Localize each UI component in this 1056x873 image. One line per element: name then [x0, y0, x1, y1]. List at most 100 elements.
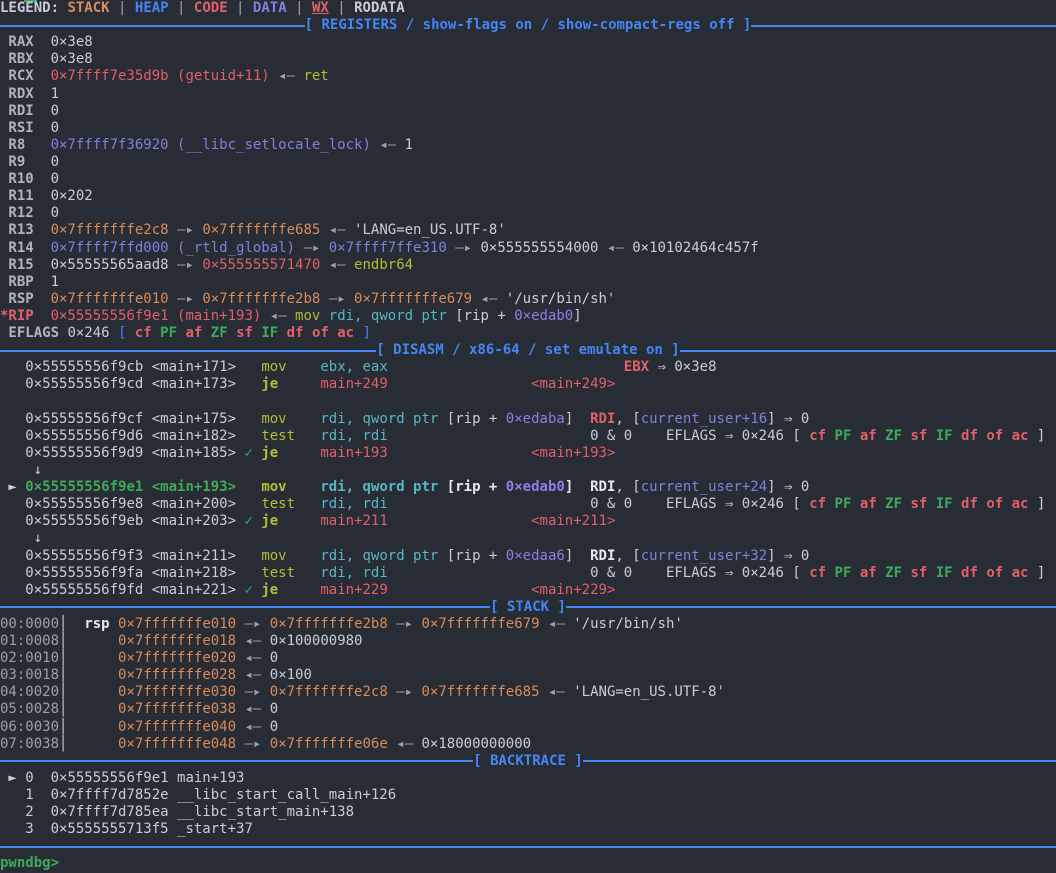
text-segment: <main+171> — [152, 359, 236, 375]
text-segment: mov — [261, 479, 286, 495]
text-segment — [851, 496, 859, 512]
text-segment: 1 — [405, 137, 413, 153]
text-segment: DATA — [253, 0, 287, 16]
text-segment: <main+249> — [531, 376, 615, 392]
text-segment: [rip + — [447, 479, 506, 495]
text-segment: 0 — [51, 205, 59, 221]
text-segment: 0 — [51, 103, 59, 119]
text-segment — [278, 513, 320, 529]
text-segment: ] — [354, 325, 371, 341]
text-segment — [826, 496, 834, 512]
text-segment — [0, 411, 25, 427]
stack-row: 05:0028│ 0×7fffffffe038 ◂— 0 — [0, 701, 1056, 718]
text-segment: R11 — [0, 188, 51, 204]
text-segment — [295, 565, 320, 581]
text-segment: 0×7ffff7d7852e __libc_start_call_main+12… — [51, 787, 397, 803]
text-segment: RDI — [590, 548, 615, 564]
text-segment: RDI — [0, 103, 51, 119]
text-segment: 0×555555571470 — [202, 257, 328, 273]
text-segment: —▸ — [244, 616, 269, 632]
text-segment: 0×202 — [51, 188, 93, 204]
text-segment: RDI — [590, 479, 615, 495]
text-segment: je — [261, 376, 278, 392]
disasm-line: 0×55555556f9d9 <main+185> ✓ je main+193 … — [0, 445, 1056, 462]
text-segment: ↓ — [0, 530, 42, 546]
text-segment: rdi, rdi — [320, 496, 387, 512]
text-segment: [rip + — [447, 548, 506, 564]
text-segment — [329, 325, 337, 341]
prompt-line[interactable]: pwndbg> — [0, 855, 1056, 872]
text-segment: ] — [565, 411, 573, 427]
reg-rcx: RCX 0×7ffff7e35d9b (getuid+11) ◂— ret — [0, 68, 1056, 85]
text-segment: PF — [160, 325, 177, 341]
text-segment — [0, 445, 25, 461]
text-segment — [0, 513, 25, 529]
text-segment: ► — [0, 479, 25, 495]
text-segment: 0×7ffff7e35d9b (getuid+11) — [51, 68, 279, 84]
text-segment: <main+182> — [152, 428, 236, 444]
text-segment: ac — [1012, 428, 1029, 444]
text-segment — [304, 325, 312, 341]
stack-row: 01:0008│ 0×7fffffffe018 ◂— 0×100000980 — [0, 633, 1056, 650]
disasm-blank-line — [0, 394, 1056, 411]
reg-rsp: RSP 0×7fffffffe010 —▸ 0×7fffffffe2b8 —▸ … — [0, 291, 1056, 308]
text-segment: 0×7fffffffe030 — [118, 684, 244, 700]
text-segment — [877, 496, 885, 512]
text-segment: EFLAGS ⇒ 0×246 — [666, 428, 792, 444]
text-segment: 0×7fffffffe038 — [118, 701, 244, 717]
text-segment: rdi, rdi — [320, 428, 387, 444]
text-segment: <main+193> — [152, 479, 236, 495]
text-segment: RDI — [590, 411, 615, 427]
text-segment — [202, 325, 210, 341]
terminal-lines: LEGEND: STACK | HEAP | CODE | DATA | WX … — [0, 0, 1056, 855]
text-segment: ◂— — [607, 240, 632, 256]
text-segment: 0×7fffffffe040 — [118, 719, 244, 735]
text-segment: 0×55555565aad8 — [51, 257, 177, 273]
text-segment: mov — [261, 411, 286, 427]
section-rule-line — [0, 25, 305, 27]
text-segment: 02:0010 — [0, 650, 59, 666]
text-segment: mov — [261, 548, 286, 564]
text-segment: RSI — [0, 120, 51, 136]
text-segment — [927, 565, 935, 581]
disasm-line: 0×55555556f9e8 <main+200> test rdi, rdi … — [0, 496, 1056, 513]
text-segment: 0×7fffffffe06e — [270, 736, 396, 752]
text-segment — [0, 565, 25, 581]
text-segment: ] — [1028, 496, 1045, 512]
text-segment — [388, 513, 531, 529]
disasm-header-label: [ DISASM / x86-64 / set emulate on ] — [376, 342, 679, 359]
text-segment: af — [860, 565, 877, 581]
text-segment: ZF — [885, 428, 902, 444]
text-segment: —▸ — [244, 736, 269, 752]
text-segment — [0, 359, 25, 375]
text-segment: 0×3e8 — [51, 34, 93, 50]
text-segment: PF — [835, 428, 852, 444]
text-segment: 0×7fffffffe018 — [118, 633, 244, 649]
text-segment: <main+185> — [152, 445, 236, 461]
text-segment: R14 — [0, 240, 51, 256]
text-segment: 0×55555556f9d6 — [25, 428, 151, 444]
text-segment: af — [185, 325, 202, 341]
text-segment — [287, 479, 321, 495]
section-rule-line — [0, 606, 490, 608]
terminal[interactable]: LEGEND: STACK | HEAP | CODE | DATA | WX … — [0, 0, 1056, 873]
text-segment: current_user+16 — [641, 411, 767, 427]
text-segment — [287, 411, 321, 427]
text-segment — [295, 428, 320, 444]
text-segment: of — [986, 565, 1003, 581]
text-segment: ] — [1028, 565, 1045, 581]
text-segment: je — [261, 445, 278, 461]
section-rule-line — [0, 846, 1056, 848]
text-segment: 0×18000000000 — [422, 736, 532, 752]
text-segment: df — [287, 325, 304, 341]
text-segment: CODE — [194, 0, 228, 16]
section-rule-line — [566, 606, 1056, 608]
stack-row: 03:0018│ 0×7fffffffe028 ◂— 0×100 — [0, 667, 1056, 684]
text-segment: RBP — [0, 274, 51, 290]
text-segment: WX — [312, 0, 329, 16]
text-segment: '/usr/bin/sh' — [573, 616, 683, 632]
text-segment — [826, 565, 834, 581]
section-rule-line — [583, 760, 1056, 762]
text-segment — [0, 428, 25, 444]
text-segment: RBX — [0, 51, 51, 67]
